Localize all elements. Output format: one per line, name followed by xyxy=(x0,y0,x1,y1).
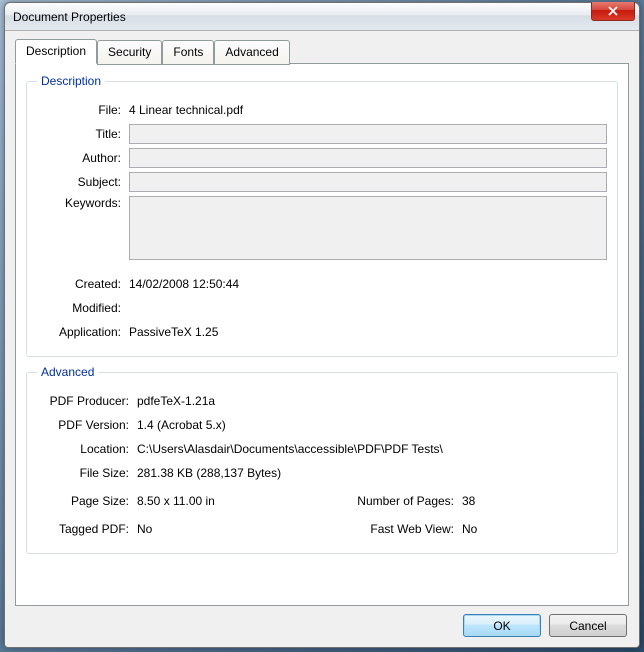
window-title: Document Properties xyxy=(13,10,126,24)
tab-security[interactable]: Security xyxy=(97,40,162,65)
fastweb-label: Fast Web View: xyxy=(322,522,462,536)
author-label: Author: xyxy=(37,151,129,165)
tab-advanced[interactable]: Advanced xyxy=(214,40,289,65)
modified-label: Modified: xyxy=(37,301,129,315)
filesize-value: 281.38 KB (288,137 Bytes) xyxy=(137,466,607,480)
close-button[interactable] xyxy=(591,2,635,21)
application-value: PassiveTeX 1.25 xyxy=(129,325,607,339)
advanced-group: Advanced PDF Producer: pdfeTeX-1.21a PDF… xyxy=(26,365,618,554)
location-value: C:\Users\Alasdair\Documents\accessible\P… xyxy=(137,442,607,456)
tabstrip: Description Security Fonts Advanced xyxy=(15,39,629,64)
file-value: 4 Linear technical.pdf xyxy=(129,103,607,117)
numpages-label: Number of Pages: xyxy=(322,494,462,508)
subject-label: Subject: xyxy=(37,175,129,189)
button-bar: OK Cancel xyxy=(15,606,629,637)
ok-button[interactable]: OK xyxy=(463,614,541,637)
created-value: 14/02/2008 12:50:44 xyxy=(129,277,607,291)
subject-field[interactable] xyxy=(129,172,607,192)
tab-fonts[interactable]: Fonts xyxy=(162,40,214,65)
author-field[interactable] xyxy=(129,148,607,168)
producer-value: pdfeTeX-1.21a xyxy=(137,394,607,408)
pagesize-label: Page Size: xyxy=(37,494,137,508)
created-label: Created: xyxy=(37,277,129,291)
tabpage-description: Description File: 4 Linear technical.pdf… xyxy=(15,63,629,606)
client-area: Description Security Fonts Advanced Desc… xyxy=(5,31,639,647)
version-label: PDF Version: xyxy=(37,418,137,432)
description-group: Description File: 4 Linear technical.pdf… xyxy=(26,74,618,357)
file-label: File: xyxy=(37,103,129,117)
numpages-value: 38 xyxy=(462,494,502,508)
tagged-label: Tagged PDF: xyxy=(37,522,137,536)
title-label: Title: xyxy=(37,127,129,141)
title-field[interactable] xyxy=(129,124,607,144)
dialog-window: Document Properties Description Security… xyxy=(4,2,640,648)
description-legend: Description xyxy=(37,74,105,88)
keywords-field[interactable] xyxy=(129,196,607,260)
advanced-legend: Advanced xyxy=(37,365,98,379)
location-label: Location: xyxy=(37,442,137,456)
producer-label: PDF Producer: xyxy=(37,394,137,408)
pagesize-value: 8.50 x 11.00 in xyxy=(137,494,322,508)
tagged-value: No xyxy=(137,522,322,536)
close-icon xyxy=(608,6,618,16)
filesize-label: File Size: xyxy=(37,466,137,480)
cancel-button[interactable]: Cancel xyxy=(549,614,627,637)
version-value: 1.4 (Acrobat 5.x) xyxy=(137,418,607,432)
fastweb-value: No xyxy=(462,522,502,536)
titlebar[interactable]: Document Properties xyxy=(5,3,639,31)
tab-description[interactable]: Description xyxy=(15,39,97,64)
keywords-label: Keywords: xyxy=(37,196,129,210)
application-label: Application: xyxy=(37,325,129,339)
